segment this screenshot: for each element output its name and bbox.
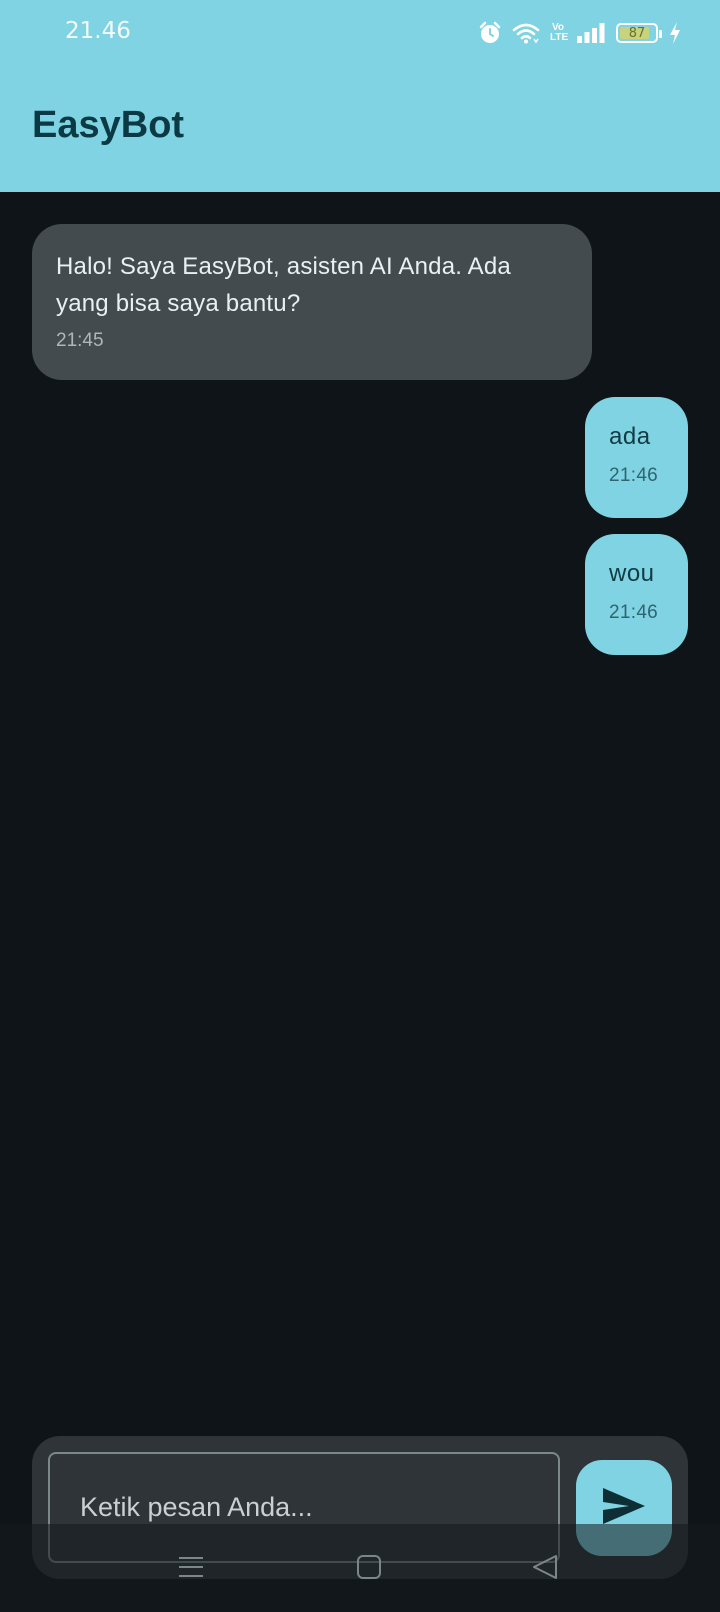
navigation-bar (0, 1524, 720, 1612)
message-text: wou (609, 560, 655, 587)
message-text: Halo! Saya EasyBot, asisten AI Anda. Ada… (56, 253, 511, 317)
status-bar: 21.46 Vo LTE 87 (0, 0, 720, 64)
user-message-bubble: ada 21:46 (585, 397, 688, 518)
bot-message-bubble: Halo! Saya EasyBot, asisten AI Anda. Ada… (32, 224, 592, 380)
menu-icon[interactable] (178, 1554, 204, 1585)
message-input-placeholder: Ketik pesan Anda... (80, 1492, 313, 1522)
status-icons: Vo LTE 87 (478, 18, 682, 48)
volte-icon: Vo LTE (550, 22, 569, 43)
alarm-icon (478, 21, 502, 45)
message-time: 21:46 (609, 465, 659, 486)
charging-icon (668, 21, 682, 45)
battery-level: 87 (628, 25, 646, 41)
message-list[interactable]: Halo! Saya EasyBot, asisten AI Anda. Ada… (0, 192, 720, 1432)
message-time: 21:45 (56, 330, 104, 351)
app-bar: EasyBot (0, 64, 720, 192)
battery-icon: 87 (616, 23, 662, 43)
volte-label: Vo LTE (550, 22, 569, 43)
battery-nub (659, 30, 662, 38)
chat-screen: 21.46 Vo LTE 87 EasyBot Halo! Saya EasyB… (0, 0, 720, 1612)
message-time: 21:46 (609, 602, 659, 623)
app-title: EasyBot (32, 104, 185, 146)
home-icon[interactable] (356, 1554, 382, 1585)
message-text: ada (609, 423, 651, 450)
status-time: 21.46 (65, 18, 131, 44)
back-icon[interactable] (532, 1554, 558, 1585)
user-message-bubble: wou 21:46 (585, 534, 688, 655)
wifi-icon (512, 21, 540, 45)
signal-icon (576, 22, 606, 44)
